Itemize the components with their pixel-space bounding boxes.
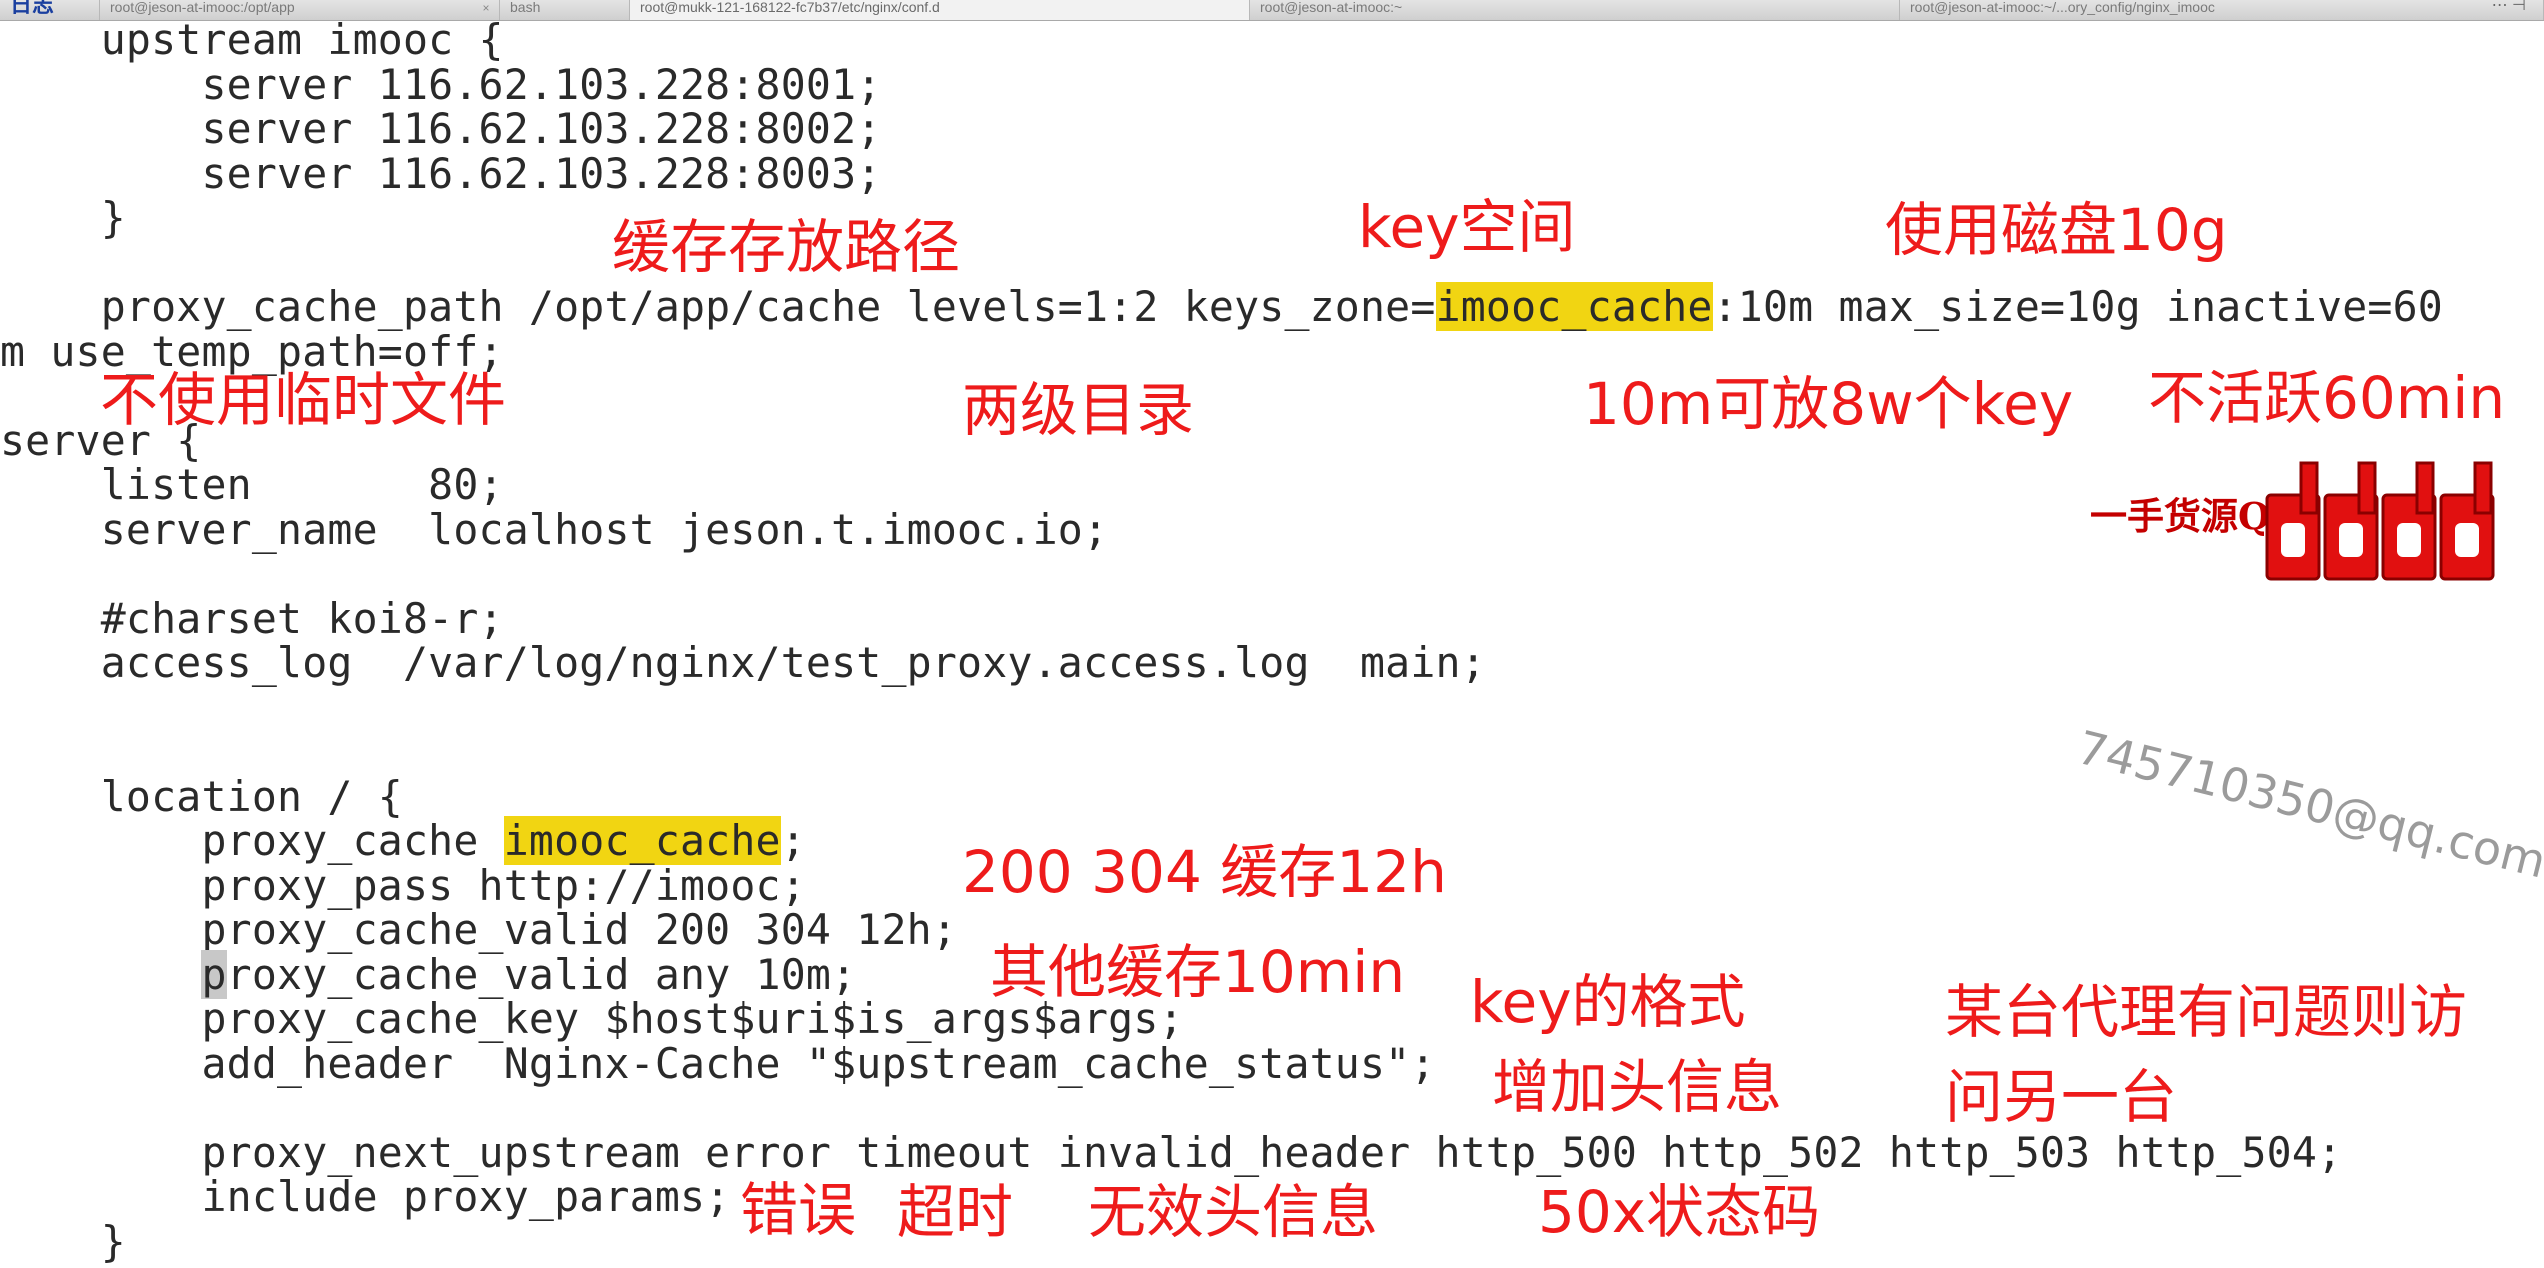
text-cursor: p (201, 949, 227, 999)
annotation-timeout: 超时 (897, 1178, 1014, 1246)
code-line: #charset koi8-r; (0, 593, 504, 643)
code-line: proxy_cache_valid 200 304 12h; (0, 905, 958, 954)
annotation-key-format: key的格式 (1470, 968, 1746, 1036)
annotation-disk-usage: 使用磁盘10g (1885, 196, 2228, 264)
code-line: proxy_pass http://imooc; (0, 860, 806, 910)
annotation-invalid-header: 无效头信息 (1088, 1178, 1379, 1246)
code-line: upstream imooc { (0, 15, 504, 64)
code-line-proxy-cache: proxy_cache imooc_cache; (0, 816, 806, 865)
annotation-50x: 50x状态码 (1538, 1178, 1821, 1246)
code-line: add_header Nginx-Cache "$upstream_cache_… (0, 1038, 1436, 1088)
code-line: server 116.62.103.228:8003; (0, 148, 882, 198)
code-line: include proxy_params; (0, 1172, 731, 1221)
code-line: } (0, 1216, 126, 1266)
tab-label: root@jeson-at-imooc:~/...ory_config/ngin… (1910, 0, 2215, 15)
code-line-cursor: proxy_cache_valid any 10m; (0, 949, 857, 999)
watermark-source-text: 一手货源Q (2090, 494, 2271, 538)
code-line: access_log /var/log/nginx/test_proxy.acc… (0, 638, 1486, 687)
tab-label: root@jeson-at-imooc:/opt/app (110, 0, 295, 15)
annotation-valid-200-304: 200 304 缓存12h (962, 838, 1447, 906)
code-line: server 116.62.103.228:8001; (0, 59, 882, 109)
annotation-no-temp-file: 不使用临时文件 (100, 366, 507, 434)
code-text: :10m max_size=10g inactive=60 (1712, 282, 2443, 331)
tab-label: root@mukk-121-168122-fc7b37/etc/nginx/co… (640, 0, 940, 15)
more-tabs-icon[interactable]: ⋯ ⊣ (2492, 0, 2526, 14)
code-line: server 116.62.103.228:8002; (0, 104, 882, 153)
highlight-zone-name: imooc_cache (1435, 282, 1713, 331)
highlight-zone-name: imooc_cache (503, 816, 781, 865)
code-line-proxy-cache-path: proxy_cache_path /opt/app/cache levels=1… (0, 282, 2443, 331)
tab-bash[interactable]: bash (500, 0, 630, 20)
code-text: proxy_cache_path /opt/app/cache levels=1… (0, 282, 1436, 331)
tab-label: root@jeson-at-imooc:~ (1260, 0, 1403, 15)
code-line: proxy_next_upstream error timeout invali… (0, 1127, 2343, 1177)
annotation-add-header: 增加头信息 (1492, 1053, 1783, 1121)
annotation-failover-line1: 某台代理有问题则访 (1945, 978, 2468, 1046)
annotation-cache-path: 缓存存放路径 (612, 213, 961, 281)
annotation-key-capacity: 10m可放8w个key (1583, 370, 2074, 438)
code-line: location / { (0, 771, 403, 821)
annotation-inactive: 不活跃60min (2148, 364, 2506, 432)
annotation-valid-other: 其他缓存10min (990, 938, 1406, 1006)
annotation-two-level-dir: 两级目录 (962, 376, 1195, 444)
annotation-error: 错误 (740, 1176, 857, 1244)
code-line: server_name localhost jeson.t.imooc.io; (0, 504, 1109, 554)
tab-nginx-conf[interactable]: root@mukk-121-168122-fc7b37/etc/nginx/co… (630, 0, 1250, 20)
code-line: listen 80; (0, 460, 504, 509)
code-text: roxy_cache_valid any 10m; (226, 949, 857, 999)
annotation-key-space: key空间 (1358, 193, 1576, 261)
code-text: ; (780, 816, 806, 865)
annotation-failover-line2: 问另一台 (1945, 1063, 2178, 1131)
tab-home[interactable]: root@jeson-at-imooc:~ (1250, 0, 1900, 20)
tab-label: bash (510, 0, 541, 15)
tab-nginx-imooc[interactable]: root@jeson-at-imooc:~/...ory_config/ngin… (1900, 0, 2544, 20)
watermark-stamp-logo (2265, 461, 2495, 581)
close-icon[interactable]: × (479, 2, 493, 16)
code-line: } (0, 193, 126, 242)
code-text: proxy_cache (0, 816, 504, 865)
